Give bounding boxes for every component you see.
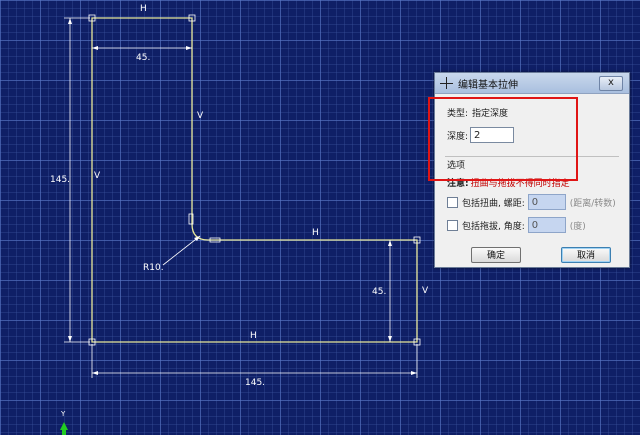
constraint-h-bottom: H xyxy=(250,331,257,341)
axis-y-arrow-icon xyxy=(60,422,68,435)
twist-option-row: 包括扭曲, 螺距: 0 (距离/转数) xyxy=(447,194,616,210)
twist-label[interactable]: 包括扭曲, 螺距: xyxy=(462,196,525,209)
ok-button[interactable]: 确定 xyxy=(471,247,521,263)
crosshair-icon xyxy=(440,76,454,90)
highlight-box xyxy=(428,97,578,181)
constraint-v-upper: V xyxy=(197,111,204,121)
radius-leader xyxy=(162,235,201,266)
constraint-v-left: V xyxy=(94,171,101,181)
dimension-45-right: 45. xyxy=(372,287,386,297)
draft-label[interactable]: 包括拖拔, 角度: xyxy=(462,219,525,232)
twist-pitch-input[interactable]: 0 xyxy=(527,194,566,210)
dimension-145-bottom: 145. xyxy=(245,378,265,388)
twist-unit: (距离/转数) xyxy=(569,198,616,209)
constraint-h-top: H xyxy=(140,4,147,14)
radius-label: R10. xyxy=(143,263,164,273)
dimension-145-left: 145. xyxy=(50,175,70,185)
constraint-h-middle: H xyxy=(312,228,319,238)
sketch-profile[interactable] xyxy=(91,17,418,343)
draft-unit: (度) xyxy=(569,221,586,232)
constraint-v-right: V xyxy=(422,286,429,296)
close-icon: x xyxy=(608,77,614,88)
cancel-button[interactable]: 取消 xyxy=(561,247,611,263)
draft-option-row: 包括拖拔, 角度: 0 (度) xyxy=(447,217,586,233)
twist-checkbox[interactable] xyxy=(447,196,458,208)
axis-y-label: Y xyxy=(60,410,66,418)
dialog-title: 编辑基本拉伸 xyxy=(458,79,518,91)
draft-checkbox[interactable] xyxy=(447,219,458,231)
close-button[interactable]: x xyxy=(599,76,623,91)
draft-angle-input[interactable]: 0 xyxy=(527,217,566,233)
dialog-titlebar[interactable]: 编辑基本拉伸 x xyxy=(435,73,629,94)
dimension-45-top: 45. xyxy=(136,53,150,63)
